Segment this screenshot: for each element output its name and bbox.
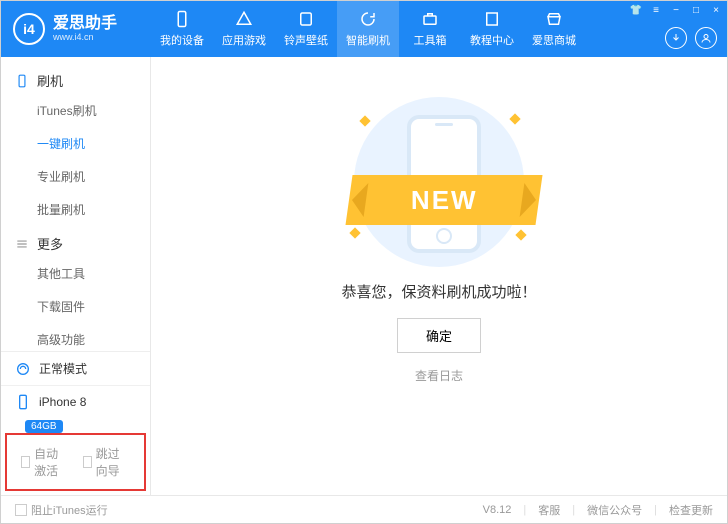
sync-icon — [15, 361, 31, 377]
store-icon — [545, 10, 563, 28]
success-illustration: NEW — [329, 97, 549, 267]
footer-link-update[interactable]: 检查更新 — [669, 502, 713, 518]
music-icon — [297, 10, 315, 28]
sidebar-item-batch[interactable]: 批量刷机 — [1, 193, 150, 226]
maximize-icon[interactable]: □ — [689, 3, 703, 17]
nav-label: 铃声壁纸 — [284, 32, 328, 48]
sidebar-item-pro[interactable]: 专业刷机 — [1, 160, 150, 193]
logo-title: 爱思助手 — [53, 16, 117, 32]
sidebar-item-onekey[interactable]: 一键刷机 — [1, 127, 150, 160]
nav-label: 我的设备 — [160, 32, 204, 48]
ribbon-text: NEW — [411, 185, 478, 216]
nav-flash[interactable]: 智能刷机 — [337, 1, 399, 57]
nav-label: 工具箱 — [414, 32, 447, 48]
logo-icon: i4 — [13, 13, 45, 45]
top-nav: 我的设备 应用游戏 铃声壁纸 智能刷机 工具箱 教程中心 爱思商城 — [151, 1, 585, 57]
version-label: V8.12 — [483, 504, 512, 516]
toolbox-icon — [421, 10, 439, 28]
book-icon — [483, 10, 501, 28]
view-log-link[interactable]: 查看日志 — [415, 367, 463, 384]
mode-status[interactable]: 正常模式 — [1, 352, 150, 386]
nav-toolbox[interactable]: 工具箱 — [399, 1, 461, 57]
status-text: 正常模式 — [39, 360, 87, 377]
phone-icon — [173, 10, 191, 28]
menu-icon[interactable]: ≡ — [649, 3, 663, 17]
logo: i4 爱思助手 www.i4.cn — [1, 13, 151, 45]
user-button[interactable] — [695, 27, 717, 49]
device-name: iPhone 8 — [39, 395, 86, 409]
sidebar-item-other[interactable]: 其他工具 — [1, 257, 150, 290]
check-label: 自动激活 — [34, 445, 68, 479]
sidebar-item-itunes[interactable]: iTunes刷机 — [1, 94, 150, 127]
logo-subtitle: www.i4.cn — [53, 32, 117, 42]
apps-icon — [235, 10, 253, 28]
ok-button[interactable]: 确定 — [397, 318, 481, 353]
close-icon[interactable]: × — [709, 3, 723, 17]
options-row: 自动激活 跳过向导 — [7, 435, 144, 489]
nav-ringtones[interactable]: 铃声壁纸 — [275, 1, 337, 57]
nav-store[interactable]: 爱思商城 — [523, 1, 585, 57]
block-itunes-checkbox[interactable]: 阻止iTunes运行 — [15, 502, 108, 518]
group-title: 更多 — [37, 234, 63, 253]
nav-label: 智能刷机 — [346, 32, 390, 48]
capacity-badge: 64GB — [25, 420, 63, 433]
auto-activate-checkbox[interactable]: 自动激活 — [21, 445, 69, 479]
phone-icon — [15, 74, 29, 88]
device-info[interactable]: iPhone 8 — [1, 386, 150, 418]
nav-tutorials[interactable]: 教程中心 — [461, 1, 523, 57]
sidebar: 刷机 iTunes刷机 一键刷机 专业刷机 批量刷机 更多 其他工具 下载固件 … — [1, 57, 151, 495]
success-message: 恭喜您，保资料刷机成功啦！ — [341, 281, 536, 302]
refresh-icon — [359, 10, 377, 28]
download-button[interactable] — [665, 27, 687, 49]
shirt-icon[interactable]: 👕 — [629, 3, 643, 17]
check-label: 跳过向导 — [96, 445, 130, 479]
nav-label: 教程中心 — [470, 32, 514, 48]
nav-my-device[interactable]: 我的设备 — [151, 1, 213, 57]
footer-link-wechat[interactable]: 微信公众号 — [587, 502, 642, 518]
skip-guide-checkbox[interactable]: 跳过向导 — [83, 445, 131, 479]
nav-apps[interactable]: 应用游戏 — [213, 1, 275, 57]
sidebar-group-more[interactable]: 更多 — [1, 226, 150, 257]
check-label: 阻止iTunes运行 — [31, 502, 108, 518]
sidebar-item-advanced[interactable]: 高级功能 — [1, 323, 150, 351]
minimize-icon[interactable]: − — [669, 3, 683, 17]
nav-label: 应用游戏 — [222, 32, 266, 48]
header: i4 爱思助手 www.i4.cn 我的设备 应用游戏 铃声壁纸 智能刷机 工具… — [1, 1, 727, 57]
nav-label: 爱思商城 — [532, 32, 576, 48]
sidebar-item-download[interactable]: 下载固件 — [1, 290, 150, 323]
window-controls: 👕 ≡ − □ × — [629, 3, 723, 17]
footer: 阻止iTunes运行 V8.12 | 客服 | 微信公众号 | 检查更新 — [1, 495, 727, 523]
menu-icon — [15, 237, 29, 251]
sidebar-group-flash[interactable]: 刷机 — [1, 63, 150, 94]
main-panel: NEW 恭喜您，保资料刷机成功啦！ 确定 查看日志 — [151, 57, 727, 495]
footer-link-support[interactable]: 客服 — [538, 502, 560, 518]
header-right — [665, 27, 717, 49]
phone-icon — [15, 394, 31, 410]
group-title: 刷机 — [37, 71, 63, 90]
